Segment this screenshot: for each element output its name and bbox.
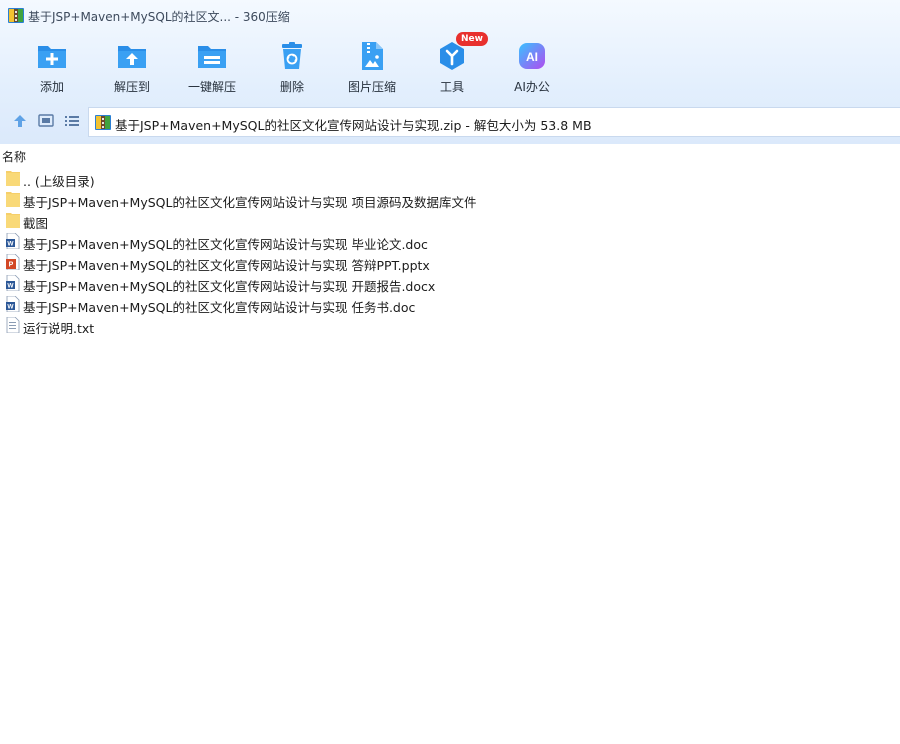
file-name: 基于JSP+Maven+MySQL的社区文化宣传网站设计与实现 开题报告.doc… (23, 279, 436, 294)
path-box[interactable]: 基于JSP+Maven+MySQL的社区文化宣传网站设计与实现.zip - 解包… (88, 107, 900, 137)
archive-app-icon (8, 8, 24, 23)
image-compress-button-label: 图片压缩 (347, 80, 396, 94)
folder-icon (6, 213, 20, 228)
extract-to-icon (118, 46, 146, 68)
file-name: 基于JSP+Maven+MySQL的社区文化宣传网站设计与实现 任务书.doc (23, 300, 416, 315)
file-name: 运行说明.txt (23, 321, 95, 336)
add-icon (38, 46, 66, 68)
delete-button-label: 删除 (279, 80, 304, 94)
file-name: .. (上级目录) (23, 174, 95, 189)
navigation-bar: 基于JSP+Maven+MySQL的社区文化宣传网站设计与实现.zip - 解包… (0, 106, 900, 137)
svg-text:W: W (7, 241, 14, 248)
list-item[interactable]: 截图 (0, 210, 900, 231)
tools-button[interactable]: New 工具 (412, 32, 492, 100)
word-document-icon: W (6, 233, 20, 249)
zip-archive-icon (95, 115, 111, 130)
top-panel: 基于JSP+Maven+MySQL的社区文... - 360压缩 添加 解压到 (0, 0, 900, 144)
delete-icon (282, 42, 302, 69)
word-document-icon: W (6, 275, 20, 291)
tools-button-label: 工具 (439, 80, 464, 94)
one-click-extract-button[interactable]: 一键解压 (172, 38, 252, 100)
list-item[interactable]: 运行说明.txt (0, 315, 900, 336)
window-title: 基于JSP+Maven+MySQL的社区文... - 360压缩 (28, 10, 290, 24)
image-compress-button[interactable]: 图片压缩 (332, 38, 412, 100)
extract-to-button-label: 解压到 (113, 80, 150, 94)
file-name: 基于JSP+Maven+MySQL的社区文化宣传网站设计与实现 项目源码及数据库… (23, 195, 477, 210)
svg-text:P: P (9, 262, 14, 269)
ai-office-icon: AI (519, 43, 545, 69)
file-name: 基于JSP+Maven+MySQL的社区文化宣传网站设计与实现 毕业论文.doc (23, 237, 428, 252)
file-list: .. (上级目录) 基于JSP+Maven+MySQL的社区文化宣传网站设计与实… (0, 168, 900, 336)
file-name: 截图 (23, 216, 49, 231)
list-header: 名称 (0, 146, 900, 164)
extract-to-button[interactable]: 解压到 (92, 38, 172, 100)
folder-icon (6, 192, 20, 207)
word-document-icon: W (6, 296, 20, 312)
list-item[interactable]: P 基于JSP+Maven+MySQL的社区文化宣传网站设计与实现 答辩PPT.… (0, 252, 900, 273)
image-compress-icon (362, 42, 383, 70)
list-view-icon[interactable] (63, 112, 81, 130)
list-item[interactable]: 基于JSP+Maven+MySQL的社区文化宣传网站设计与实现 项目源码及数据库… (0, 189, 900, 210)
up-arrow-icon[interactable] (11, 112, 29, 130)
new-badge: New (456, 32, 488, 46)
thumbnail-view-icon[interactable] (37, 112, 55, 130)
archive-path-text: 基于JSP+Maven+MySQL的社区文化宣传网站设计与实现.zip - 解包… (115, 118, 592, 133)
ai-office-button[interactable]: AI AI办公 (492, 38, 572, 100)
add-button[interactable]: 添加 (12, 38, 92, 100)
text-file-icon (6, 317, 20, 333)
toolbar: 添加 解压到 一键解压 删除 图片压缩 New 工具 AI AI办公 (0, 32, 900, 104)
list-item[interactable]: W 基于JSP+Maven+MySQL的社区文化宣传网站设计与实现 开题报告.d… (0, 273, 900, 294)
column-header-name[interactable]: 名称 (2, 148, 26, 165)
list-item[interactable]: W 基于JSP+Maven+MySQL的社区文化宣传网站设计与实现 毕业论文.d… (0, 231, 900, 252)
title-bar: 基于JSP+Maven+MySQL的社区文... - 360压缩 (0, 0, 900, 32)
delete-button[interactable]: 删除 (252, 38, 332, 100)
list-item-parent-directory[interactable]: .. (上级目录) (0, 168, 900, 189)
svg-text:W: W (7, 304, 14, 311)
svg-text:W: W (7, 283, 14, 290)
file-name: 基于JSP+Maven+MySQL的社区文化宣传网站设计与实现 答辩PPT.pp… (23, 258, 430, 273)
list-item[interactable]: W 基于JSP+Maven+MySQL的社区文化宣传网站设计与实现 任务书.do… (0, 294, 900, 315)
ai-office-button-label: AI办公 (514, 80, 550, 94)
one-click-extract-button-label: 一键解压 (187, 80, 236, 94)
add-button-label: 添加 (39, 80, 64, 94)
folder-icon (6, 171, 20, 186)
powerpoint-document-icon: P (6, 254, 20, 270)
one-click-extract-icon (198, 46, 226, 68)
ai-icon-text: AI (526, 50, 538, 64)
